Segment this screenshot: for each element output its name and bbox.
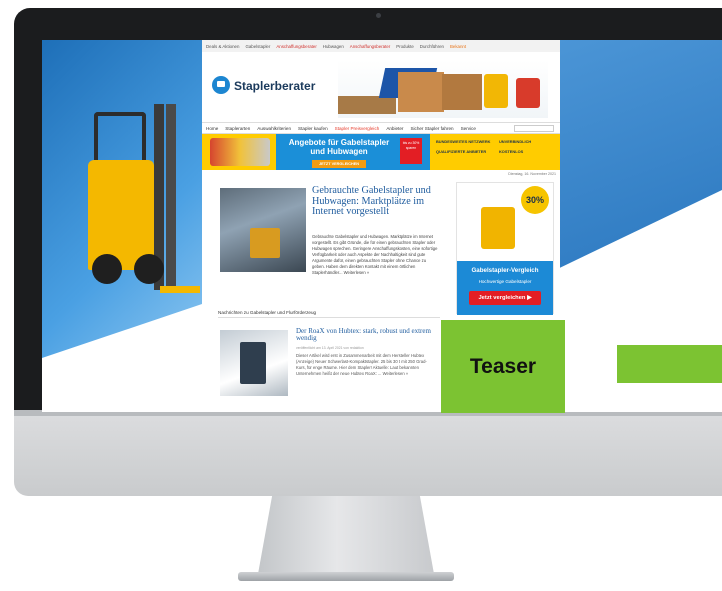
forklift-graphic-yellow <box>484 74 508 108</box>
read-more-link[interactable]: Weiterlesen » <box>344 270 370 275</box>
promo-discount-badge: bis zu 30% sparen <box>400 138 422 164</box>
coins-image <box>210 138 270 166</box>
benefit-item: BUNDESWEITES NETZWERK <box>436 139 491 144</box>
featured-article-image[interactable] <box>220 188 306 272</box>
news-item-title[interactable]: Der RoaX von Hubtex: stark, robust und e… <box>296 327 436 343</box>
forklift-tine <box>160 286 200 293</box>
benefit-item: QUALIFIZIERTE ANBIETER <box>436 149 487 154</box>
promo-headline: Angebote für Gabelstapler und Hubwagen <box>288 138 390 156</box>
ad-badge-value: 30% <box>525 195 544 205</box>
main-nav-item[interactable]: Service <box>461 126 476 131</box>
featured-article: Gebrauchte Gabelstapler und Hubwagen: Ma… <box>218 180 440 298</box>
top-nav-item[interactable]: Produkte <box>396 44 414 49</box>
ad-text-area: Gabelstapler-Vergleich Hochwertige Gabel… <box>457 261 553 315</box>
monitor-stand-neck <box>258 496 434 574</box>
pallet-graphic <box>338 96 396 114</box>
forklift-graphic-red <box>516 78 540 108</box>
forklift-body <box>88 160 154 270</box>
forklift-wheel <box>134 254 164 284</box>
imac-mockup: Deals & Aktionen Gabelstapler Anschaffungs… <box>0 0 722 591</box>
monitor-chin <box>14 410 722 496</box>
featured-article-body: Gebrauchte Gabelstapler und Hubwagen. Ma… <box>312 234 440 276</box>
top-nav-item[interactable]: Deals & Aktionen <box>206 44 239 49</box>
forklift-graphic <box>481 207 515 249</box>
news-item-meta: veröffentlicht am 13. April 2021 von red… <box>296 346 364 350</box>
teaser-label: Teaser <box>441 320 565 413</box>
forklift-mast-inner <box>166 104 176 290</box>
top-nav-item[interactable]: Anschaffungsberater <box>350 44 390 49</box>
top-nav-item[interactable]: Hubwagen <box>323 44 344 49</box>
main-nav-item[interactable]: Anbieter <box>386 126 403 131</box>
benefit-item: UNVERBINDLICH <box>499 139 532 144</box>
news-item-body: Dieser Artikel wird erst in Zusammenarbe… <box>296 353 436 377</box>
divider <box>218 317 440 318</box>
search-input[interactable] <box>514 125 554 132</box>
main-nav: Home Staplerarten Auswahlkriterien Stapler … <box>202 122 560 134</box>
monitor-stand-foot <box>238 572 454 581</box>
ad-title: Gabelstapler-Vergleich <box>471 267 539 274</box>
ad-compare-button[interactable]: Jetzt vergleichen ▶ <box>469 291 541 305</box>
top-nav-item[interactable]: Anschaffungsberater <box>276 44 316 49</box>
teaser-bar <box>617 345 722 383</box>
date-line: Dienstag, 16. November 2021 <box>508 172 556 176</box>
ad-image-area: 30% <box>457 183 553 261</box>
promo-benefits: BUNDESWEITES NETZWERK UNVERBINDLICH QUAL… <box>436 139 560 154</box>
benefit-item: KOSTENLOS <box>499 149 524 154</box>
ad-discount-badge: 30% <box>521 186 549 214</box>
site-logo-text[interactable]: Staplerberater <box>234 79 315 93</box>
box-graphic <box>398 72 444 112</box>
promo-cta-button[interactable]: JETZT VERGLEICHEN <box>312 160 366 168</box>
featured-article-text: Gebrauchte Gabelstapler und Hubwagen. Ma… <box>312 234 438 275</box>
read-more-link[interactable]: Weiterlesen » <box>383 371 409 376</box>
main-nav-item[interactable]: Stapler Preisvergleich <box>335 126 380 131</box>
main-nav-item[interactable]: Sicher Stapler fahren <box>410 126 453 131</box>
promo-banner[interactable]: Angebote für Gabelstapler und Hubwagen J… <box>202 134 560 170</box>
featured-article-title[interactable]: Gebrauchte Gabelstapler und Hubwagen: Ma… <box>312 185 440 218</box>
main-nav-item[interactable]: Auswahlkriterien <box>257 126 291 131</box>
header-hero-image <box>338 60 548 118</box>
top-nav-item[interactable]: Durchführen <box>420 44 444 49</box>
top-nav-item[interactable]: Gabelstapler <box>245 44 270 49</box>
logo-icon[interactable] <box>212 76 230 94</box>
top-nav: Deals & Aktionen Gabelstapler Anschaffungs… <box>202 40 560 52</box>
forklift-wheel <box>92 254 122 284</box>
ad-subtitle: Hochwertige Gabelstapler <box>478 279 532 284</box>
news-item-image[interactable] <box>220 330 288 396</box>
main-nav-item[interactable]: Stapler kaufen <box>298 126 328 131</box>
main-nav-item[interactable]: Home <box>206 126 218 131</box>
top-nav-item[interactable]: Bekannt <box>450 44 466 49</box>
webcam-icon <box>376 13 381 18</box>
box-graphic <box>442 74 482 110</box>
site-header: Staplerberater <box>202 52 560 122</box>
news-section-title: Nachrichten zu Gabelstapler und Flurförd… <box>218 310 317 315</box>
main-nav-item[interactable]: Staplerarten <box>225 126 250 131</box>
sidebar-ad[interactable]: 30% Gabelstapler-Vergleich Hochwertige G… <box>456 182 554 315</box>
